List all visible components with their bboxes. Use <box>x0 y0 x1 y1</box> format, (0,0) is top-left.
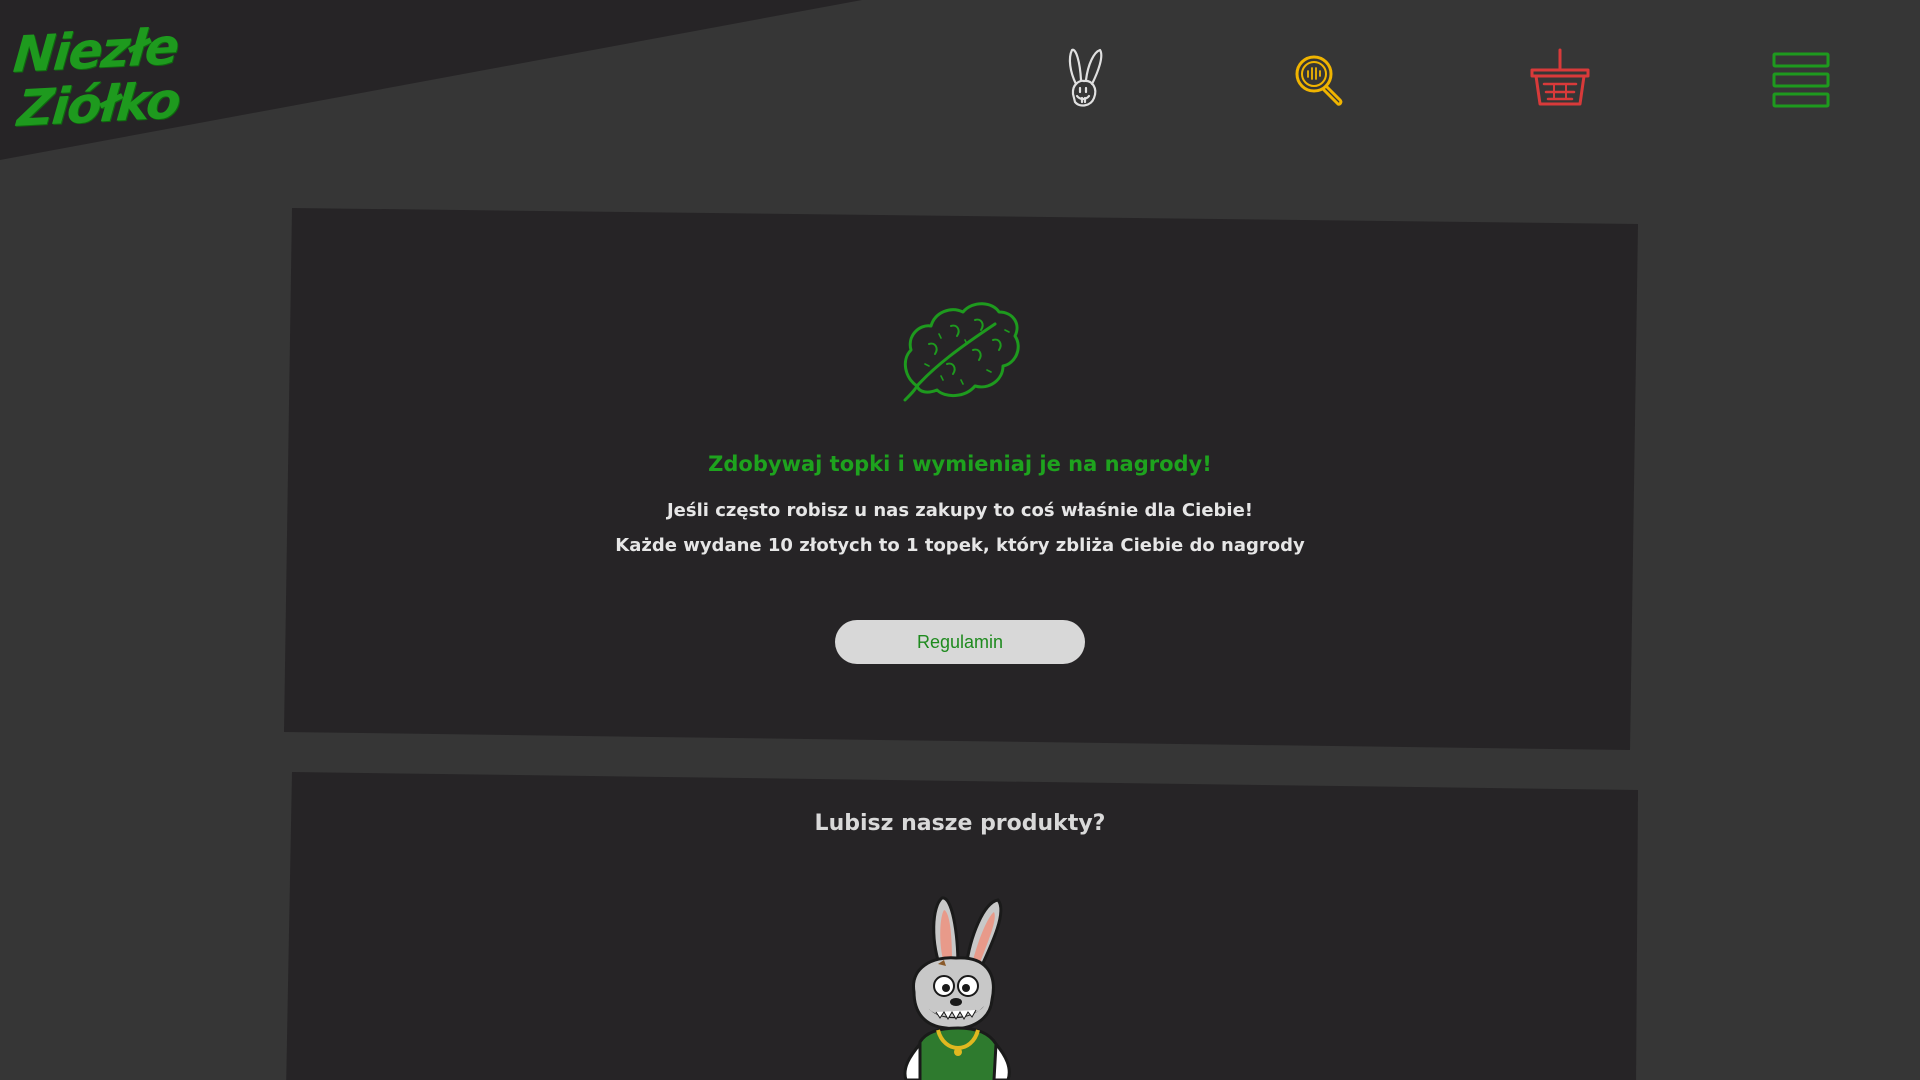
basket-icon <box>1530 48 1590 106</box>
menu-icon <box>1772 52 1830 108</box>
logo-line-2: Ziółko <box>15 71 182 138</box>
nav-basket-button[interactable] <box>1524 44 1596 116</box>
promo-description-line-2: Każde wydane 10 złotych to 1 topek, któr… <box>615 535 1305 556</box>
page: Niezłe Ziółko Zdobywaj topki i wymieniaj… <box>0 0 1920 1080</box>
promo-description-line-1: Jeśli często robisz u nas zakupy to coś … <box>666 500 1253 521</box>
leaf-icon <box>903 302 1020 402</box>
nav-menu-button[interactable] <box>1764 44 1836 116</box>
loyalty-card <box>284 208 1638 750</box>
rabbit-mascot-image <box>903 896 1011 1080</box>
site-logo[interactable]: Niezłe Ziółko <box>11 17 182 144</box>
regulamin-button[interactable]: Regulamin <box>835 620 1085 664</box>
products-section-title: Lubisz nasze produkty? <box>814 811 1106 836</box>
rabbit-icon <box>1068 48 1103 107</box>
promo-title: Zdobywaj topki i wymieniaj je na nagrody… <box>708 452 1212 476</box>
header-background <box>0 0 862 160</box>
nav-rabbit-button[interactable] <box>1046 44 1118 116</box>
nav-search-button[interactable] <box>1284 44 1356 116</box>
search-icon <box>1295 55 1343 106</box>
